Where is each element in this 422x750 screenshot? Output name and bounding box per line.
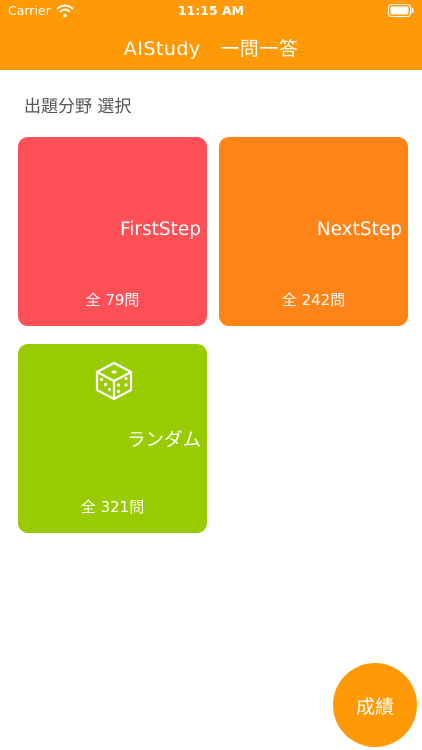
results-button[interactable]: 成績 — [333, 663, 417, 747]
card-label: NextStep — [316, 219, 402, 240]
battery-icon — [388, 4, 414, 17]
card-count: 全 79問 — [85, 291, 140, 309]
card-label: FirstStep — [119, 219, 201, 240]
category-card-random[interactable]: ランダム 全 321問 — [18, 344, 207, 533]
header-bar: Carrier 11:15 AM AIStudy 一問一答 — [0, 0, 422, 70]
card-count: 全 242問 — [281, 291, 346, 309]
page-title: AIStudy 一問一答 — [123, 38, 299, 60]
dice-icon — [95, 361, 133, 401]
category-card-nextstep[interactable]: NextStep 全 242問 — [219, 137, 408, 326]
status-bar: Carrier 11:15 AM — [0, 0, 422, 22]
card-count: 全 321問 — [80, 498, 145, 516]
section-title: 出題分野 選択 — [24, 97, 132, 117]
status-time: 11:15 AM — [177, 3, 245, 18]
category-card-firststep[interactable]: FirstStep 全 79問 — [18, 137, 207, 326]
card-label: ランダム — [126, 430, 201, 451]
